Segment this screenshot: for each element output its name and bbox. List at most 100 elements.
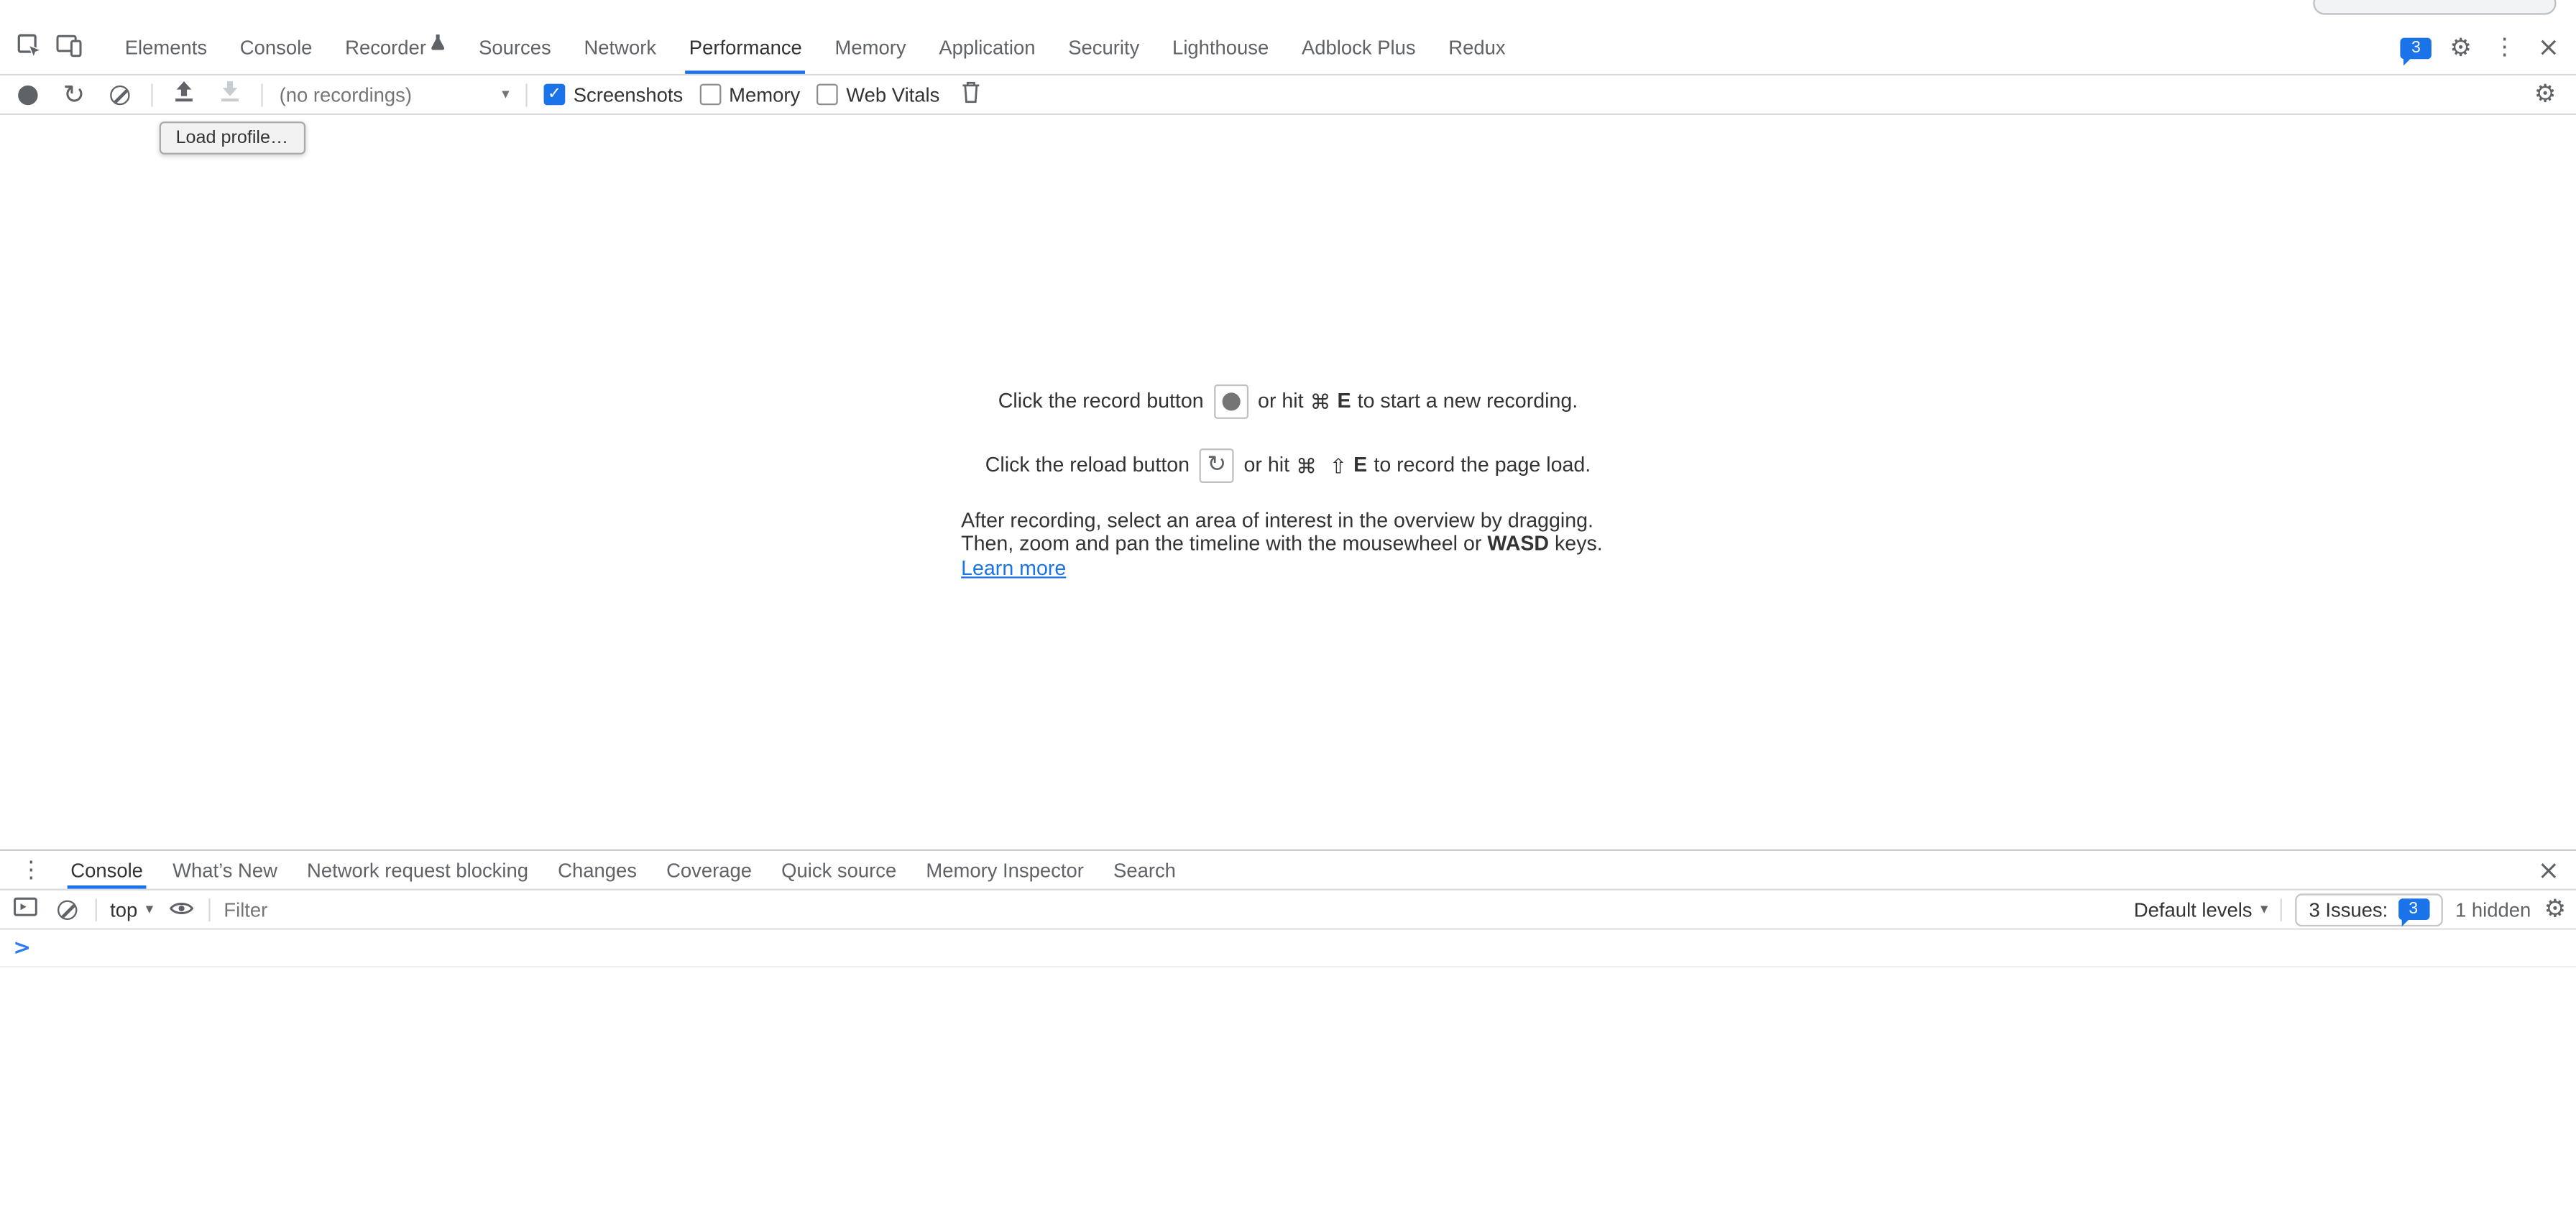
capture-settings-gear-icon[interactable]: ⚙	[2534, 82, 2557, 106]
close-devtools-icon[interactable]: ×	[2537, 34, 2559, 61]
record-instruction-pre: Click the record button	[998, 390, 1204, 413]
drawer-tab-quick-source[interactable]: Quick source	[767, 851, 911, 889]
tab-label: Console	[240, 36, 313, 59]
tab-sources[interactable]: Sources	[462, 22, 567, 74]
main-toolbar: Elements Console Recorder Sources Networ…	[0, 0, 2576, 75]
reload-instruction-pre: Click the reload button	[985, 454, 1190, 477]
tab-lighthouse[interactable]: Lighthouse	[1156, 22, 1285, 74]
more-options-kebab-icon[interactable]: ⋮	[2490, 36, 2519, 59]
drawer-tab-search[interactable]: Search	[1098, 851, 1190, 889]
execution-context-value: top	[110, 898, 137, 921]
learn-more-link[interactable]: Learn more	[961, 556, 1066, 579]
create-live-expression-button[interactable]	[166, 895, 196, 924]
eye-icon	[169, 897, 193, 921]
garbage-collect-button[interactable]	[956, 80, 985, 109]
drawer-tab-label: Changes	[558, 858, 637, 881]
inline-reload-button[interactable]: ↻	[1200, 448, 1234, 482]
reload-and-record-button[interactable]: ↻	[59, 80, 88, 109]
divider	[96, 898, 97, 921]
memory-checkbox[interactable]: ✓	[699, 84, 721, 106]
memory-checkbox-group[interactable]: ✓ Memory	[699, 83, 800, 106]
device-toolbar-icon	[56, 34, 83, 62]
tab-label: Recorder	[345, 36, 426, 59]
settings-gear-icon[interactable]: ⚙	[2450, 35, 2472, 60]
divider	[209, 898, 211, 921]
divider	[2281, 898, 2283, 921]
tab-memory[interactable]: Memory	[819, 22, 923, 74]
drawer-tab-console[interactable]: Console	[56, 851, 158, 889]
scale-wrapper: Elements Console Recorder Sources Networ…	[0, 0, 2576, 1206]
console-sidebar-icon	[12, 897, 37, 921]
record-button[interactable]	[13, 80, 42, 109]
tab-adblock-plus[interactable]: Adblock Plus	[1285, 22, 1432, 74]
screenshots-checkbox-label: Screenshots	[574, 83, 683, 106]
experiment-flask-icon	[431, 33, 446, 56]
drawer-tab-coverage[interactable]: Coverage	[652, 851, 767, 889]
load-profile-button[interactable]	[169, 80, 198, 109]
performance-panel-empty-state: Click the record button or hit ⌘ E to st…	[0, 115, 2576, 850]
drawer-tab-memory-inspector[interactable]: Memory Inspector	[911, 851, 1099, 889]
tab-console[interactable]: Console	[224, 22, 328, 74]
tab-elements[interactable]: Elements	[109, 22, 224, 74]
close-drawer-icon[interactable]: ×	[2521, 857, 2576, 883]
console-settings-gear-icon[interactable]: ⚙	[2544, 897, 2567, 921]
web-vitals-checkbox-group[interactable]: ✓ Web Vitals	[816, 83, 939, 106]
log-levels-select[interactable]: Default levels ▾	[2134, 898, 2268, 921]
tab-recorder[interactable]: Recorder	[328, 22, 462, 74]
clear-console-button[interactable]	[52, 895, 82, 924]
console-messages-area: >	[0, 930, 2576, 1206]
drawer-more-tabs-kebab-icon[interactable]: ⋮	[6, 858, 56, 881]
tab-security[interactable]: Security	[1052, 22, 1156, 74]
screenshots-checkbox[interactable]: ✓	[544, 84, 566, 106]
console-sidebar-toggle-button[interactable]	[10, 895, 40, 924]
drawer-tab-changes[interactable]: Changes	[543, 851, 652, 889]
execution-context-select[interactable]: top ▾	[110, 898, 153, 921]
recordings-history-select[interactable]: (no recordings) ▾	[280, 83, 510, 106]
trash-icon	[961, 80, 980, 109]
load-profile-tooltip: Load profile…	[160, 121, 305, 155]
download-arrow-icon	[218, 80, 242, 109]
performance-toolbar: ↻ (no recordings) ▾	[0, 75, 2576, 115]
screenshots-checkbox-group[interactable]: ✓ Screenshots	[544, 83, 684, 106]
tab-label: Security	[1068, 36, 1139, 59]
wasd-keys-text: WASD	[1487, 533, 1549, 556]
tab-label: Memory	[835, 36, 906, 59]
issues-counter-icon[interactable]: 3	[2401, 37, 2432, 58]
tab-application[interactable]: Application	[922, 22, 1052, 74]
tab-network[interactable]: Network	[568, 22, 673, 74]
recordings-select-value: (no recordings)	[280, 83, 412, 106]
issues-counter-icon: 3	[2398, 898, 2429, 920]
divider	[261, 83, 262, 106]
drawer-tab-whats-new[interactable]: What’s New	[157, 851, 292, 889]
inspect-element-button[interactable]	[10, 28, 50, 68]
check-icon: ✓	[548, 86, 561, 103]
or-hit-text: or hit	[1244, 454, 1290, 477]
log-levels-value: Default levels	[2134, 898, 2253, 921]
inspect-cursor-icon	[17, 32, 43, 63]
tab-label: Application	[939, 36, 1035, 59]
memory-checkbox-label: Memory	[729, 83, 800, 106]
tab-performance[interactable]: Performance	[673, 22, 819, 74]
drawer-tab-label: Search	[1113, 858, 1176, 881]
chevron-down-icon: ▾	[502, 86, 509, 103]
chevron-down-icon: ▾	[146, 901, 153, 918]
clear-recordings-button[interactable]	[105, 80, 134, 109]
drawer-tab-label: Quick source	[781, 858, 896, 881]
usage-hint-text: After recording, select an area of inter…	[961, 509, 1615, 580]
inline-record-button[interactable]	[1213, 384, 1248, 418]
save-profile-button[interactable]	[215, 80, 244, 109]
tab-redux[interactable]: Redux	[1432, 22, 1522, 74]
console-toolbar: top ▾ Default levels ▾ 3 Issues:	[0, 890, 2576, 930]
cmd-key-glyph: ⌘	[1296, 453, 1317, 477]
reload-icon: ↻	[63, 81, 86, 108]
console-filter-input[interactable]	[224, 898, 2120, 921]
issues-counter-button[interactable]: 3 Issues: 3	[2296, 893, 2442, 926]
devtools-window: Elements Console Recorder Sources Networ…	[0, 0, 2576, 1206]
clear-icon	[110, 85, 129, 104]
drawer-tab-network-request-blocking[interactable]: Network request blocking	[292, 851, 543, 889]
console-prompt-chevron-icon: >	[13, 936, 31, 960]
web-vitals-checkbox[interactable]: ✓	[816, 84, 838, 106]
tab-label: Adblock Plus	[1302, 36, 1416, 59]
device-toolbar-button[interactable]	[50, 28, 89, 68]
console-prompt-row[interactable]: >	[0, 930, 2576, 968]
